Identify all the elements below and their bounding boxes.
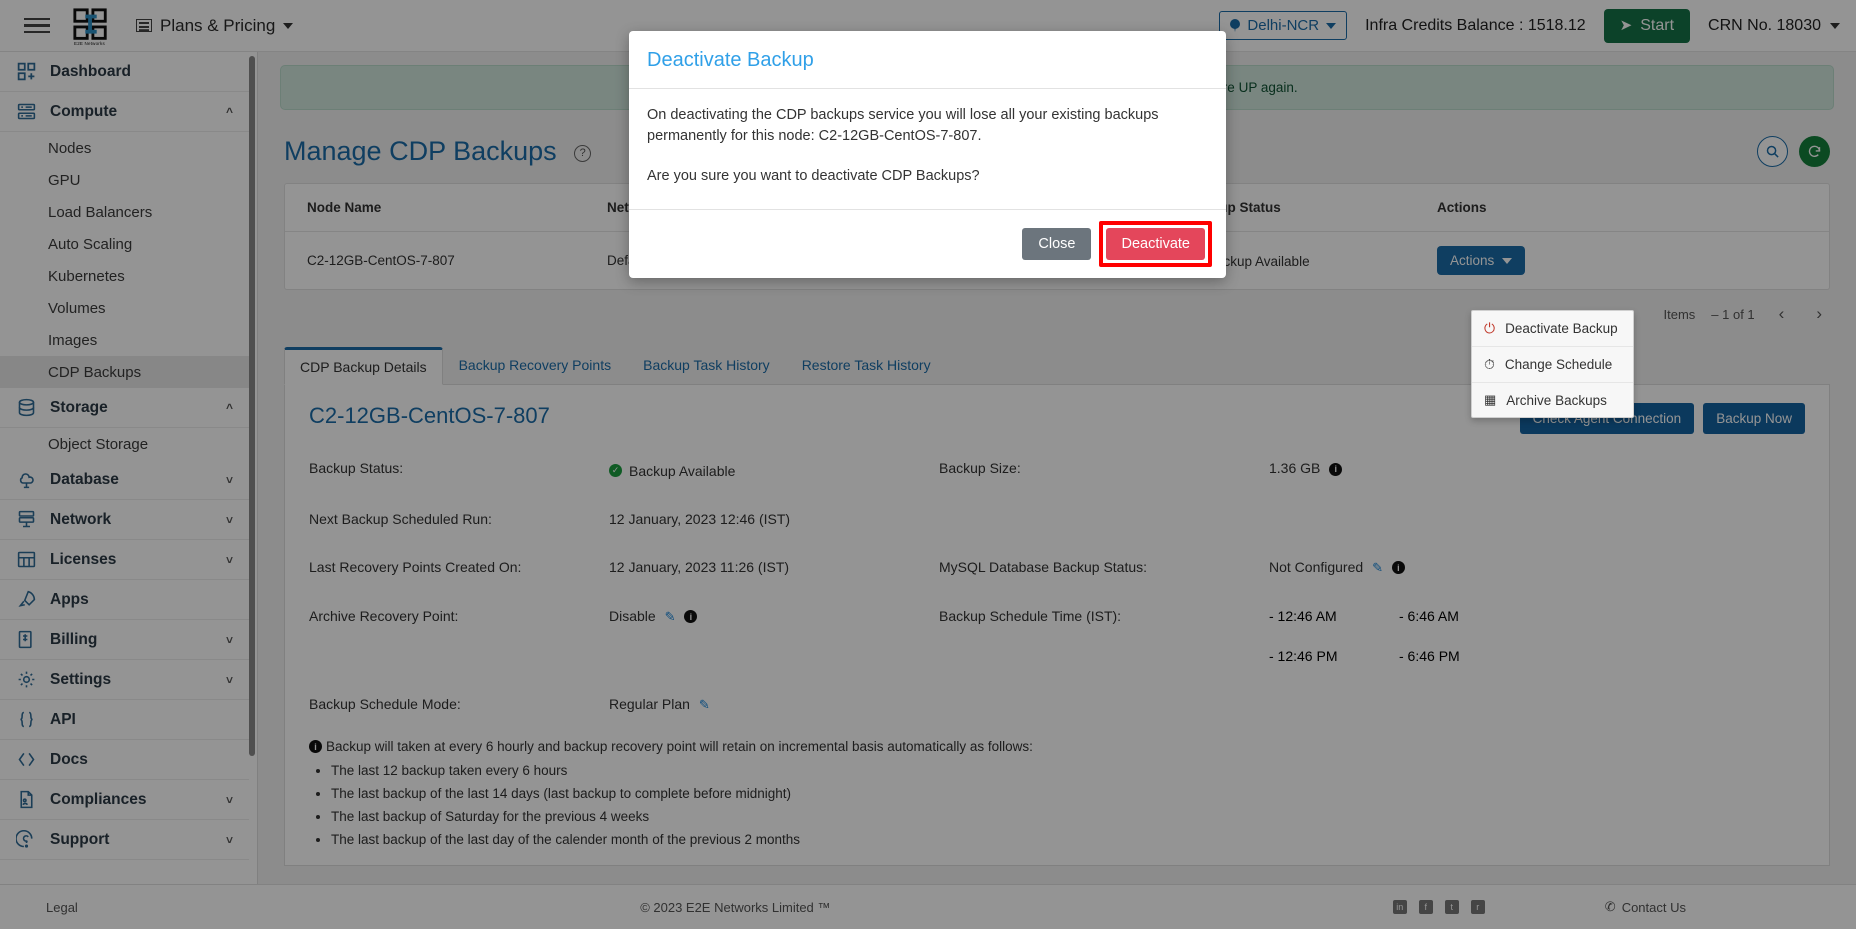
- app-root: E2E Networks Plans & Pricing Delhi-NCR I…: [0, 0, 1856, 929]
- modal-footer: Close Deactivate: [629, 209, 1226, 278]
- clock-icon: ⏱: [1484, 356, 1495, 372]
- menu-item-deactivate-backup[interactable]: ⏻ Deactivate Backup: [1472, 311, 1633, 347]
- modal-paragraph-2: Are you sure you want to deactivate CDP …: [647, 167, 980, 184]
- deactivate-backup-modal: Deactivate Backup On deactivating the CD…: [629, 31, 1226, 279]
- menu-item-archive-backups[interactable]: ▦ Archive Backups: [1472, 383, 1633, 417]
- power-icon: ⏻: [1484, 320, 1496, 336]
- menu-item-change-schedule[interactable]: ⏱ Change Schedule: [1472, 347, 1633, 383]
- archive-icon: ▦: [1484, 392, 1497, 407]
- menu-item-label: Deactivate Backup: [1505, 321, 1618, 336]
- modal-paragraph-1: On deactivating the CDP backups service …: [647, 107, 1159, 145]
- modal-deactivate-button[interactable]: Deactivate: [1106, 228, 1205, 261]
- modal-close-button[interactable]: Close: [1022, 228, 1092, 261]
- menu-item-label: Change Schedule: [1504, 357, 1613, 372]
- modal-header: Deactivate Backup: [629, 31, 1226, 89]
- deactivate-highlight-box: Deactivate: [1099, 221, 1212, 268]
- menu-item-label: Archive Backups: [1506, 392, 1607, 408]
- actions-dropdown-menu: ⏻ Deactivate Backup ⏱ Change Schedule ▦ …: [1471, 310, 1634, 418]
- modal-title: Deactivate Backup: [647, 49, 814, 71]
- modal-body: On deactivating the CDP backups service …: [629, 89, 1226, 209]
